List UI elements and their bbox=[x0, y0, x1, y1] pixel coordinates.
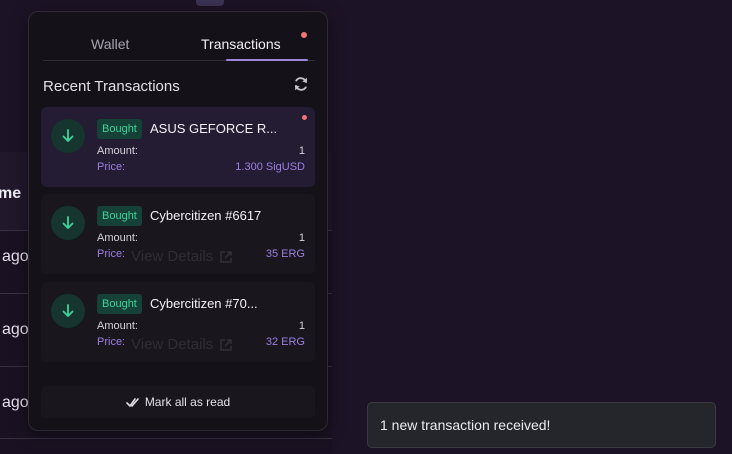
toast-message: 1 new transaction received! bbox=[380, 417, 551, 433]
background-column-header: me bbox=[0, 185, 22, 202]
section-title: Recent Transactions bbox=[43, 78, 180, 95]
arrow-down-icon bbox=[51, 206, 85, 240]
mark-all-read-label: Mark all as read bbox=[144, 395, 231, 409]
refresh-icon[interactable] bbox=[293, 76, 309, 92]
transaction-title: Cybercitizen #70... bbox=[150, 296, 258, 311]
unread-dot bbox=[302, 115, 307, 120]
status-badge: Bought bbox=[97, 119, 142, 139]
view-details-label: View Details bbox=[131, 336, 214, 353]
price-value: 35 ERG bbox=[265, 248, 305, 260]
top-nav-notch bbox=[196, 0, 224, 6]
transaction-item[interactable]: Bought ASUS GEFORCE R... Amount: 1 Price… bbox=[41, 107, 315, 187]
notifications-dropdown: Wallet Transactions Recent Transactions … bbox=[28, 11, 328, 431]
background-row-time: ago bbox=[2, 248, 29, 265]
amount-label: Amount: bbox=[97, 145, 138, 157]
amount-label: Amount: bbox=[97, 232, 138, 244]
amount-label: Amount: bbox=[97, 320, 138, 332]
background-row-time: ago bbox=[2, 321, 29, 338]
unread-indicator-dot bbox=[301, 32, 307, 38]
tab-bar: Wallet Transactions bbox=[43, 12, 315, 61]
active-tab-underline bbox=[226, 59, 308, 61]
view-details-link[interactable]: View Details bbox=[131, 336, 233, 353]
transaction-item[interactable]: View Details Bought Cybercitizen #6617 A… bbox=[41, 194, 315, 274]
amount-value: 1 bbox=[298, 320, 305, 332]
background-row-time: ago bbox=[2, 394, 29, 411]
toast-notification[interactable]: 1 new transaction received! bbox=[367, 402, 716, 448]
status-badge: Bought bbox=[97, 294, 142, 314]
external-link-icon bbox=[220, 338, 233, 351]
price-label: Price: bbox=[97, 248, 126, 260]
price-label: Price: bbox=[97, 161, 126, 173]
background-divider bbox=[0, 438, 332, 439]
price-label: Price: bbox=[97, 336, 126, 348]
tab-wallet[interactable]: Wallet bbox=[91, 36, 129, 52]
price-value: 32 ERG bbox=[265, 336, 305, 348]
transaction-title: ASUS GEFORCE R... bbox=[150, 121, 278, 136]
transaction-item[interactable]: View Details Bought Cybercitizen #70... … bbox=[41, 282, 315, 362]
external-link-icon bbox=[220, 250, 233, 263]
price-value: 1.300 SigUSD bbox=[235, 161, 305, 173]
arrow-down-icon bbox=[51, 294, 85, 328]
double-check-icon bbox=[126, 397, 139, 407]
amount-value: 1 bbox=[298, 232, 305, 244]
arrow-down-icon bbox=[51, 119, 85, 153]
transaction-title: Cybercitizen #6617 bbox=[150, 208, 262, 223]
mark-all-read-button[interactable]: Mark all as read bbox=[41, 386, 315, 418]
view-details-link[interactable]: View Details bbox=[131, 248, 233, 265]
view-details-label: View Details bbox=[131, 248, 214, 265]
amount-value: 1 bbox=[298, 145, 305, 157]
status-badge: Bought bbox=[97, 206, 142, 226]
tab-transactions[interactable]: Transactions bbox=[201, 36, 281, 52]
